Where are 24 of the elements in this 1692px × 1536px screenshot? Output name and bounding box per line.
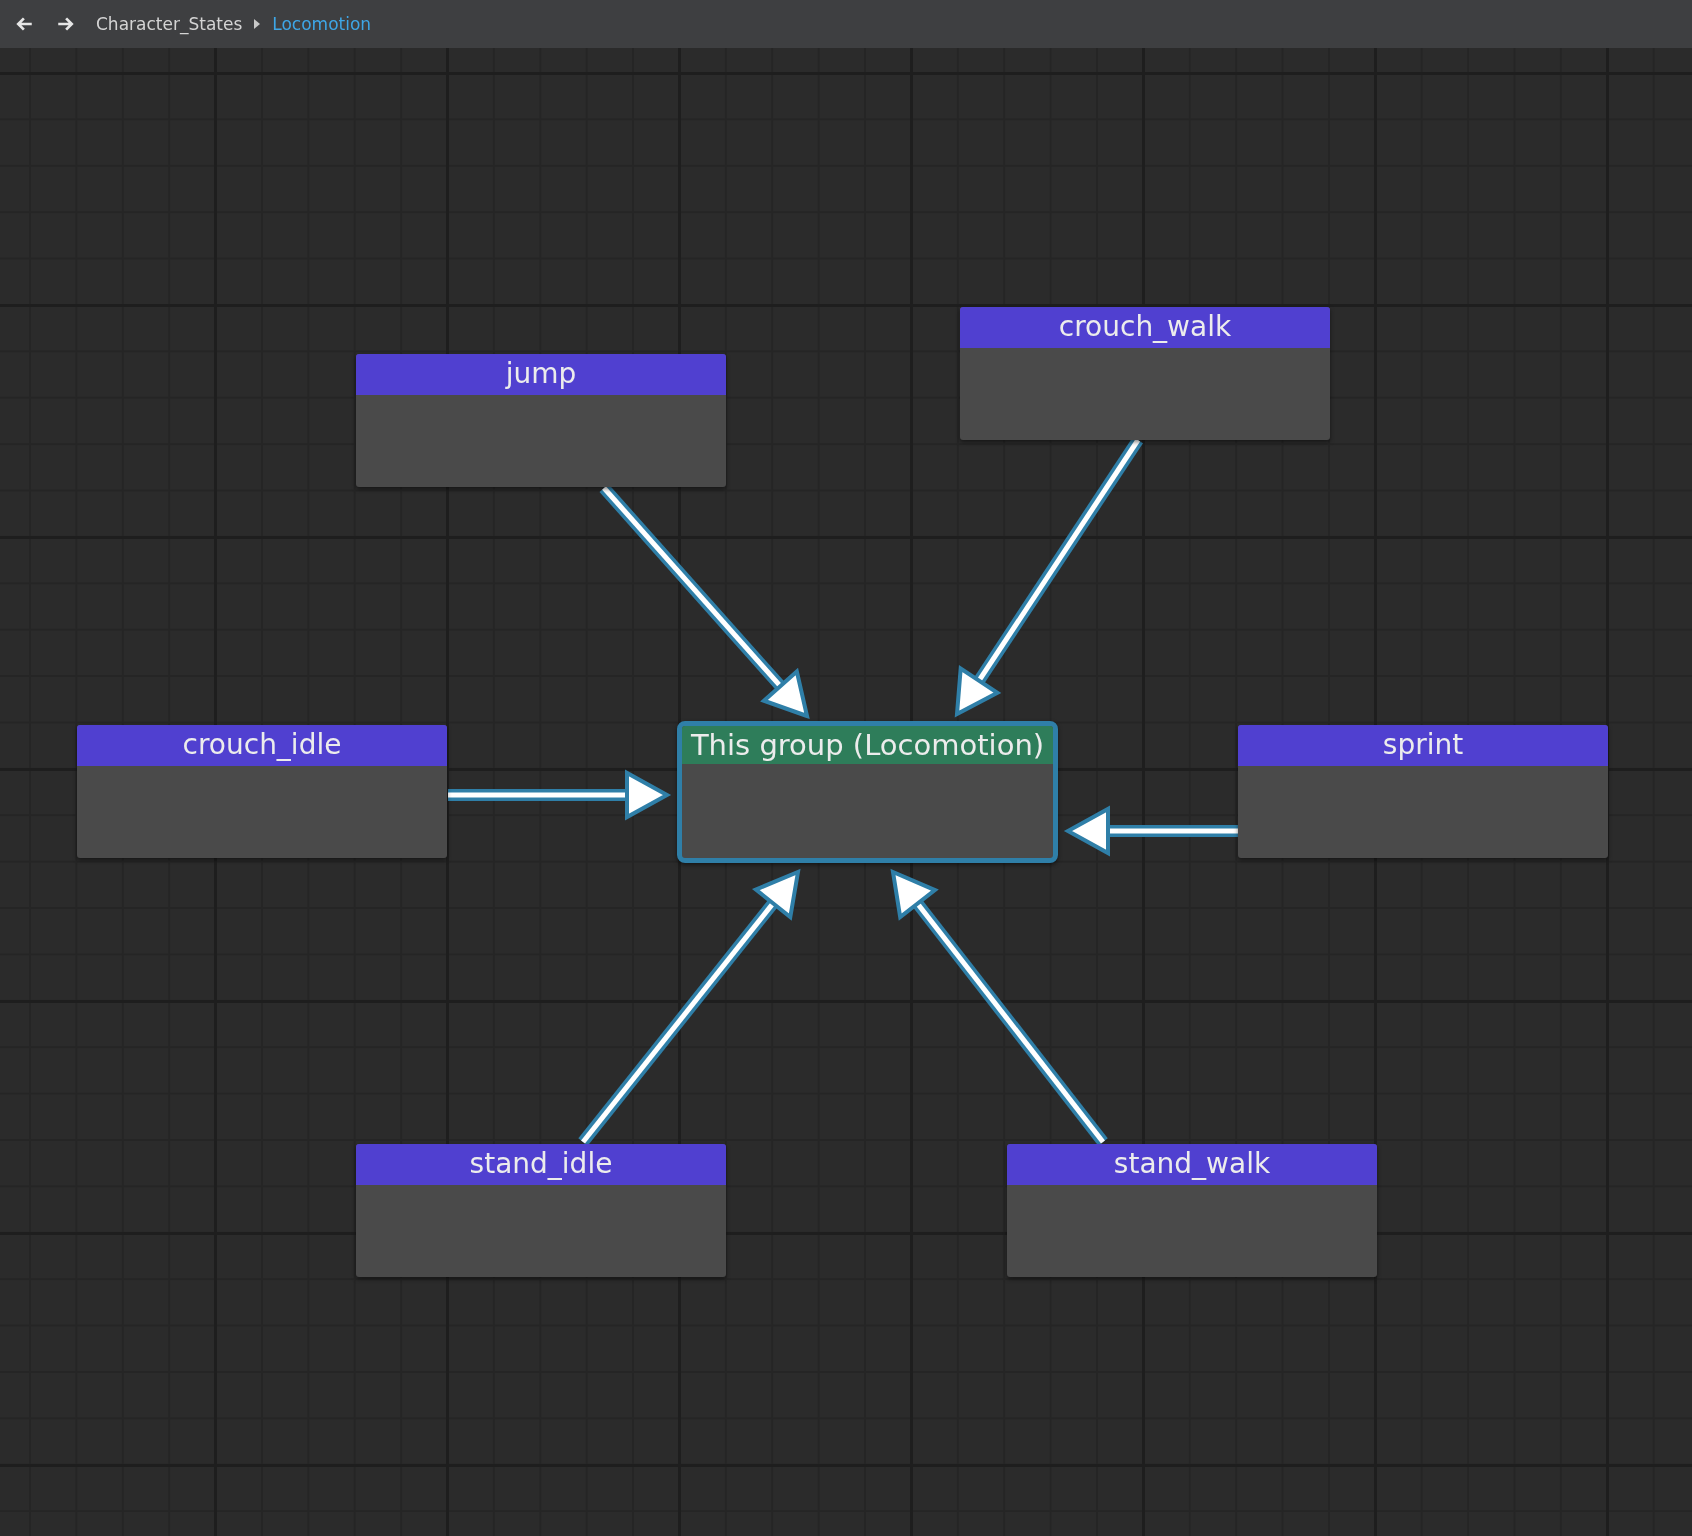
forward-icon[interactable] bbox=[56, 15, 74, 33]
transition-arrow[interactable] bbox=[890, 868, 1108, 1146]
breadcrumb-link[interactable]: Locomotion bbox=[272, 14, 372, 34]
node-title: stand_idle bbox=[356, 1144, 726, 1185]
transition-arrow[interactable] bbox=[1063, 805, 1238, 857]
node-title: jump bbox=[356, 354, 726, 395]
state-node[interactable]: sprint bbox=[1238, 725, 1608, 858]
node-title: crouch_idle bbox=[77, 725, 447, 766]
state-node[interactable]: crouch_walk bbox=[960, 307, 1330, 440]
state-node[interactable]: This group (Locomotion) bbox=[677, 721, 1058, 863]
state-node[interactable]: stand_idle bbox=[356, 1144, 726, 1277]
node-title: sprint bbox=[1238, 725, 1608, 766]
node-title: stand_walk bbox=[1007, 1144, 1377, 1185]
breadcrumb-link[interactable]: Character_States bbox=[96, 14, 243, 34]
transition-arrow[interactable] bbox=[599, 484, 810, 720]
back-icon[interactable] bbox=[16, 15, 34, 33]
transition-arrow[interactable] bbox=[578, 868, 801, 1146]
transition-arrow[interactable] bbox=[448, 769, 672, 821]
state-node[interactable]: jump bbox=[356, 354, 726, 487]
state-node[interactable]: crouch_idle bbox=[77, 725, 447, 858]
node-title: This group (Locomotion) bbox=[682, 726, 1053, 764]
node-title: crouch_walk bbox=[960, 307, 1330, 348]
separator-icon bbox=[254, 19, 261, 29]
state-node[interactable]: stand_walk bbox=[1007, 1144, 1377, 1277]
